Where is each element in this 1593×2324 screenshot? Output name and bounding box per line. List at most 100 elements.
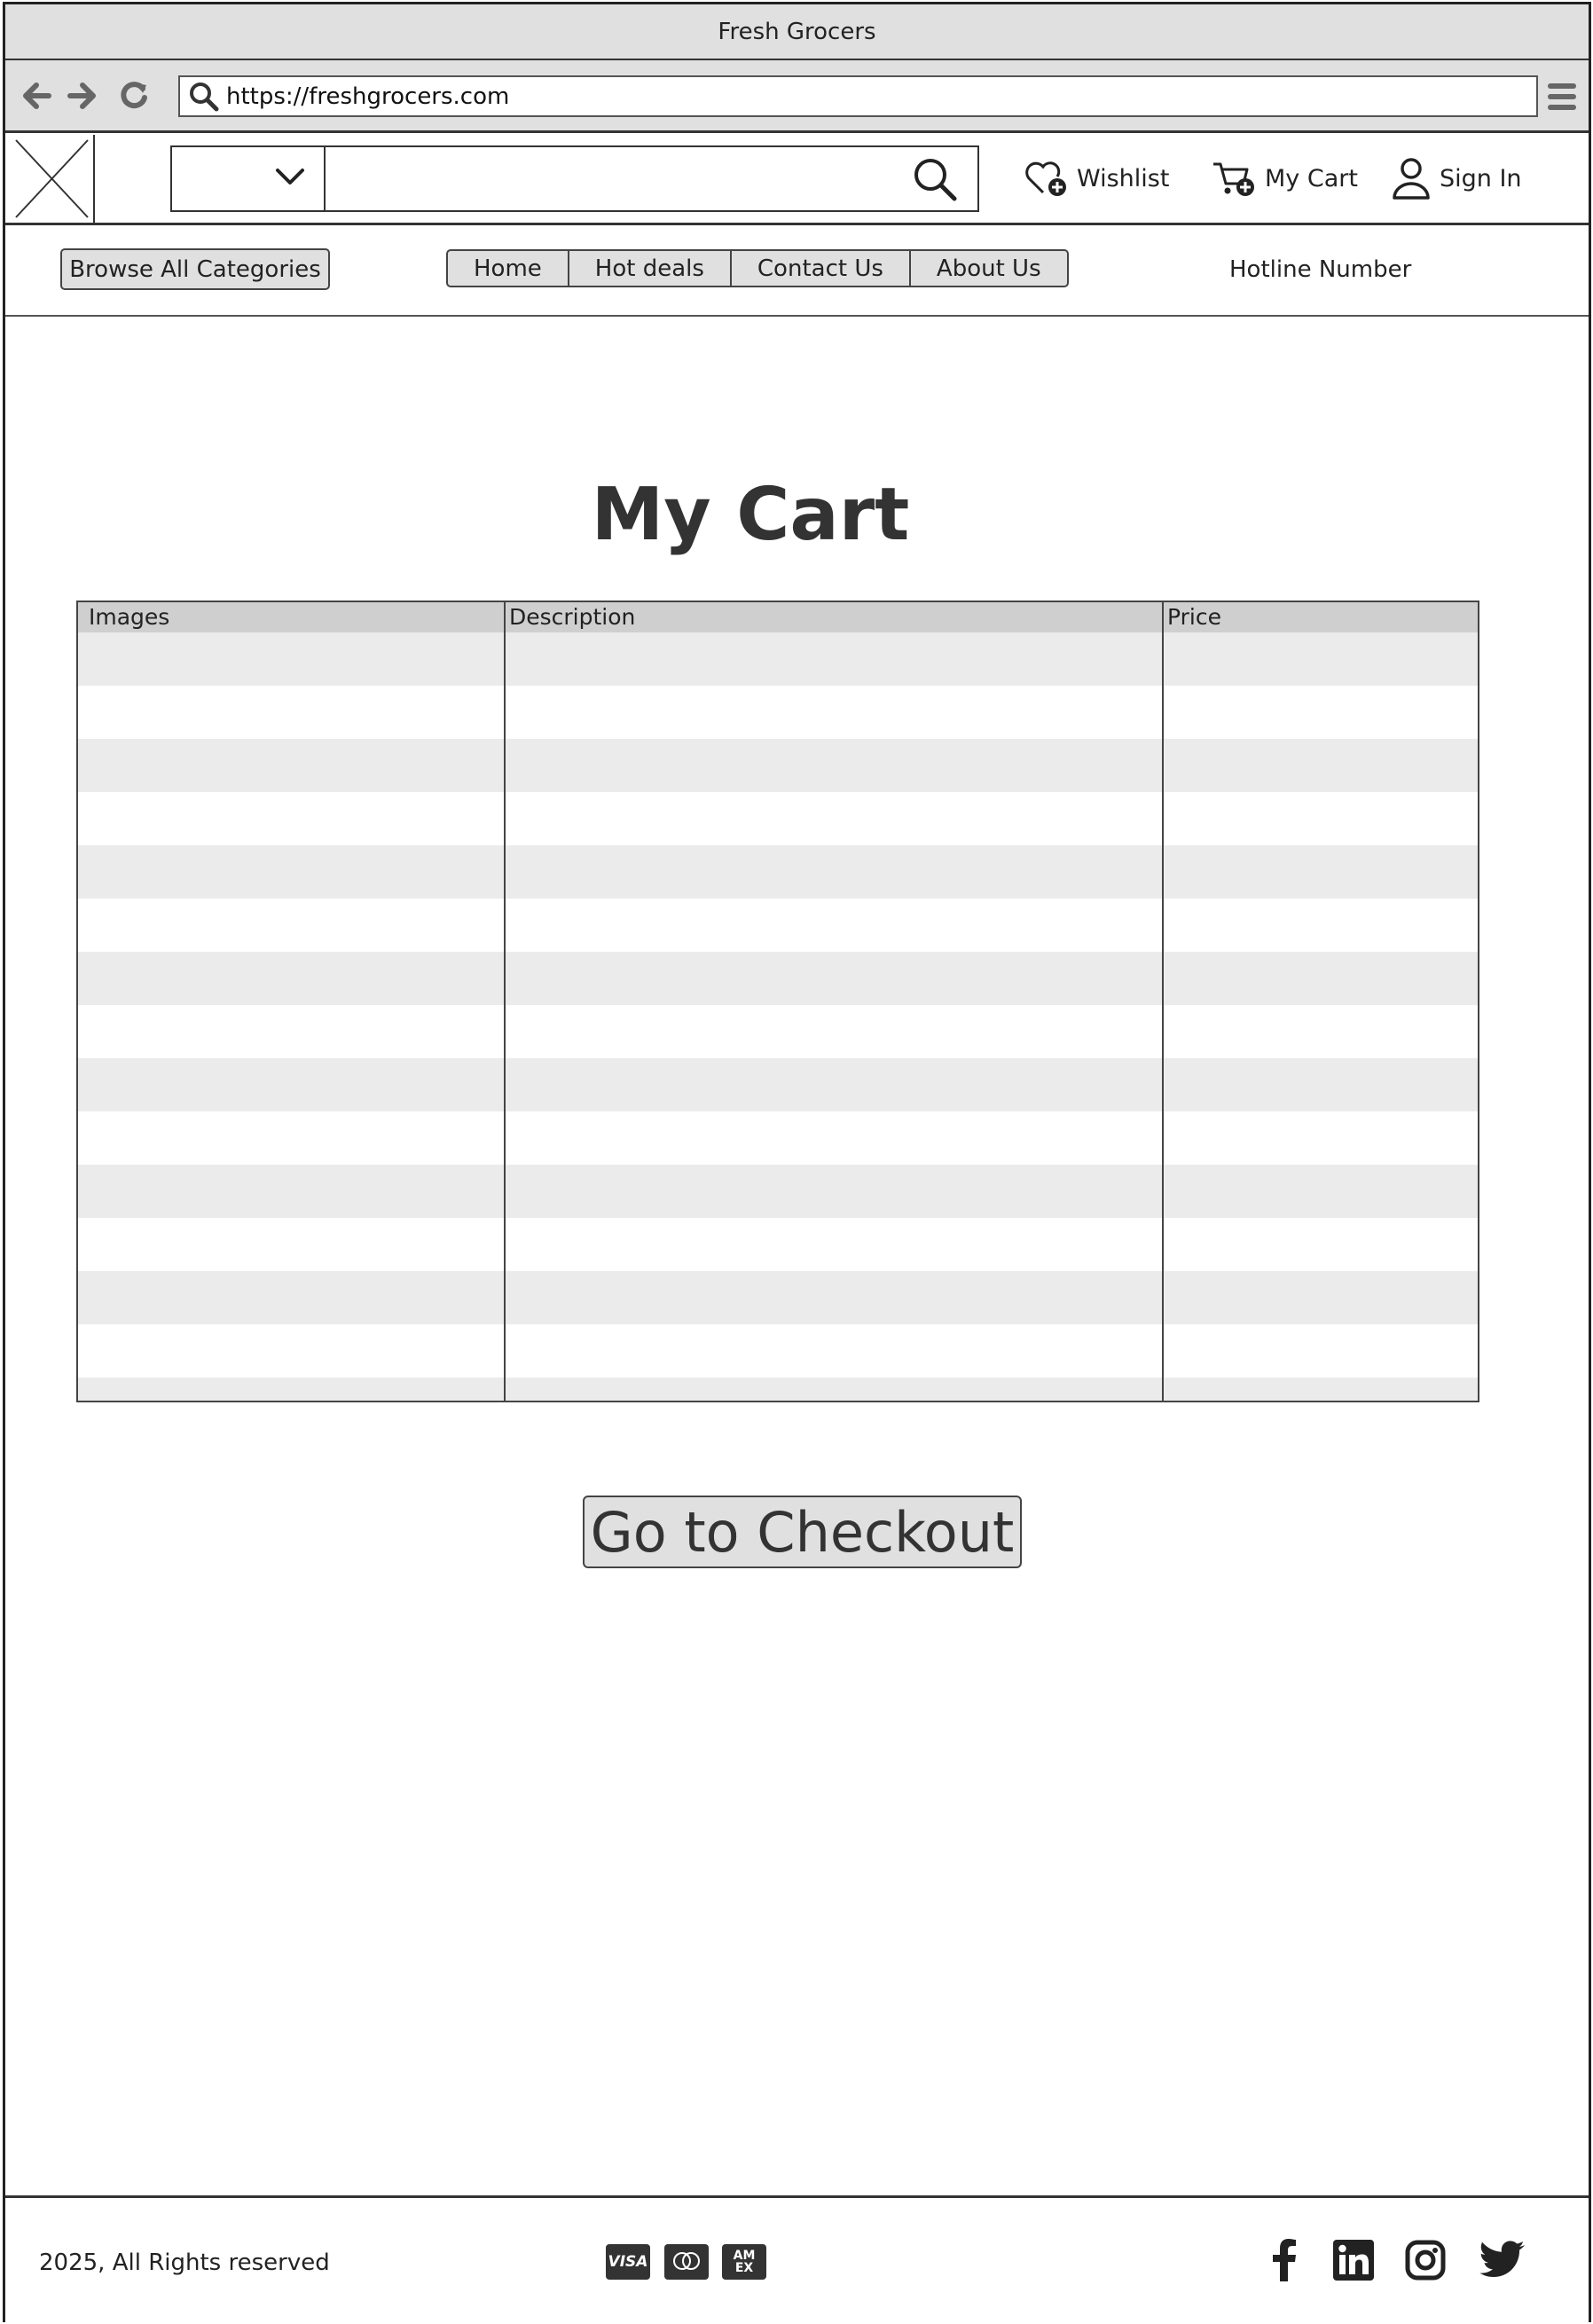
- nav-bar: Browse All Categories Home Hot deals Con…: [5, 225, 1589, 317]
- image-cell: [78, 1111, 506, 1165]
- description-cell: [506, 792, 1164, 845]
- table-row: [78, 1005, 1478, 1058]
- table-header: Images Description Price: [78, 602, 1478, 632]
- image-cell: [78, 1058, 506, 1111]
- cart-link[interactable]: My Cart: [1212, 156, 1358, 200]
- amex-text: AM EX: [733, 2249, 756, 2275]
- cart-plus-icon: [1212, 159, 1256, 198]
- description-cell: [506, 1005, 1164, 1058]
- sign-in-link[interactable]: Sign In: [1392, 156, 1522, 200]
- twitter-icon[interactable]: [1478, 2237, 1527, 2283]
- price-cell: [1164, 1058, 1478, 1111]
- reload-icon[interactable]: [115, 77, 153, 114]
- sign-in-label: Sign In: [1440, 164, 1522, 192]
- cart-table: Images Description Price: [76, 601, 1479, 1402]
- description-cell: [506, 1111, 1164, 1165]
- category-dropdown[interactable]: [172, 147, 326, 210]
- image-cell: [78, 1005, 506, 1058]
- logo-placeholder[interactable]: [11, 135, 95, 224]
- window-title-bar: Fresh Grocers: [5, 4, 1589, 60]
- table-body: [78, 632, 1478, 1401]
- table-row: [78, 1058, 1478, 1111]
- image-cell: [78, 1324, 506, 1378]
- page-title: My Cart: [591, 473, 910, 557]
- user-icon: [1392, 156, 1431, 200]
- site-header: Wishlist My Cart Sign In: [5, 133, 1589, 225]
- window-title: Fresh Grocers: [718, 18, 876, 45]
- wishlist-link[interactable]: Wishlist: [1024, 156, 1169, 200]
- copyright-text: 2025, All Rights reserved: [39, 2249, 330, 2276]
- mastercard-icon: [664, 2244, 709, 2280]
- image-cell: [78, 792, 506, 845]
- tab-hot-deals[interactable]: Hot deals: [569, 251, 732, 286]
- description-cell: [506, 952, 1164, 1005]
- image-cell: [78, 739, 506, 792]
- description-cell: [506, 1378, 1164, 1401]
- table-row: [78, 845, 1478, 899]
- table-row: [78, 632, 1478, 686]
- table-row: [78, 1218, 1478, 1271]
- table-row: [78, 1378, 1478, 1401]
- description-cell: [506, 1165, 1164, 1218]
- image-cell: [78, 845, 506, 899]
- search-icon: [185, 78, 223, 115]
- nav-tabs: Home Hot deals Contact Us About Us: [446, 249, 1069, 287]
- visa-icon: VISA: [606, 2244, 650, 2280]
- image-cell: [78, 1378, 506, 1401]
- image-cell: [78, 686, 506, 739]
- description-cell: [506, 686, 1164, 739]
- address-bar[interactable]: https://freshgrocers.com: [178, 75, 1538, 117]
- linkedin-icon[interactable]: [1330, 2237, 1377, 2283]
- column-header-images: Images: [78, 602, 506, 632]
- price-cell: [1164, 792, 1478, 845]
- description-cell: [506, 1271, 1164, 1324]
- image-cell: [78, 632, 506, 686]
- footer: 2025, All Rights reserved VISA AM EX: [5, 2195, 1589, 2324]
- price-cell: [1164, 739, 1478, 792]
- price-cell: [1164, 1005, 1478, 1058]
- hotline-number: Hotline Number: [1229, 256, 1412, 283]
- table-row: [78, 792, 1478, 845]
- table-row: [78, 952, 1478, 1005]
- search-input[interactable]: [326, 147, 977, 210]
- browse-categories-button[interactable]: Browse All Categories: [60, 248, 330, 290]
- tab-about-us[interactable]: About Us: [911, 251, 1067, 286]
- facebook-icon[interactable]: [1261, 2237, 1307, 2283]
- price-cell: [1164, 632, 1478, 686]
- price-cell: [1164, 1324, 1478, 1378]
- checkout-button[interactable]: Go to Checkout: [583, 1496, 1022, 1568]
- cart-label: My Cart: [1265, 164, 1358, 192]
- table-row: [78, 1165, 1478, 1218]
- price-cell: [1164, 686, 1478, 739]
- back-arrow-icon[interactable]: [18, 77, 55, 114]
- tab-contact-us[interactable]: Contact Us: [732, 251, 911, 286]
- search-bar: [170, 145, 979, 212]
- description-cell: [506, 739, 1164, 792]
- price-cell: [1164, 899, 1478, 952]
- image-cell: [78, 1271, 506, 1324]
- description-cell: [506, 899, 1164, 952]
- table-row: [78, 1111, 1478, 1165]
- table-row: [78, 899, 1478, 952]
- table-row: [78, 1324, 1478, 1378]
- image-cell: [78, 1165, 506, 1218]
- browser-window: Fresh Grocers https://freshgrocers.com W…: [3, 2, 1591, 2324]
- price-cell: [1164, 845, 1478, 899]
- search-icon[interactable]: [912, 156, 958, 206]
- wishlist-label: Wishlist: [1077, 164, 1170, 192]
- image-cell: [78, 952, 506, 1005]
- price-cell: [1164, 1378, 1478, 1401]
- browser-toolbar: https://freshgrocers.com: [5, 60, 1589, 133]
- amex-icon: AM EX: [722, 2244, 766, 2280]
- instagram-icon[interactable]: [1402, 2237, 1448, 2283]
- price-cell: [1164, 1165, 1478, 1218]
- image-cell: [78, 1218, 506, 1271]
- column-header-price: Price: [1167, 604, 1221, 630]
- visa-text: VISA: [608, 2253, 648, 2271]
- forward-arrow-icon[interactable]: [64, 77, 101, 114]
- price-cell: [1164, 1111, 1478, 1165]
- description-cell: [506, 1218, 1164, 1271]
- description-cell: [506, 845, 1164, 899]
- menu-icon[interactable]: [1544, 78, 1580, 115]
- tab-home[interactable]: Home: [448, 251, 569, 286]
